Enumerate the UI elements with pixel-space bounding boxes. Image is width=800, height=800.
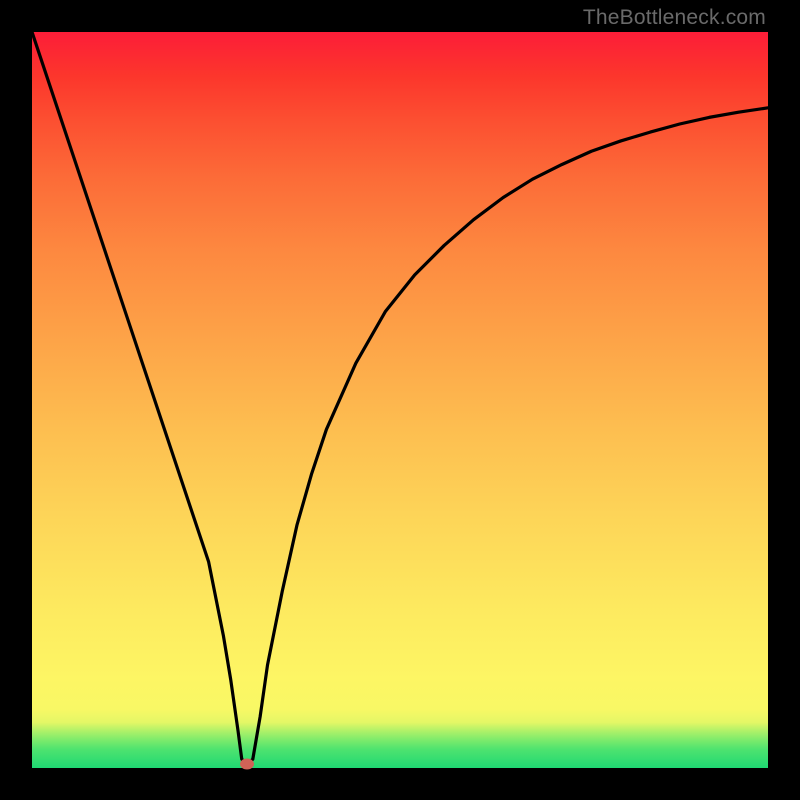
minimum-marker — [240, 758, 254, 769]
chart-frame: TheBottleneck.com — [0, 0, 800, 800]
curve-path — [32, 32, 768, 763]
watermark-text: TheBottleneck.com — [583, 6, 766, 30]
plot-area — [32, 32, 768, 768]
bottleneck-curve — [32, 32, 768, 768]
